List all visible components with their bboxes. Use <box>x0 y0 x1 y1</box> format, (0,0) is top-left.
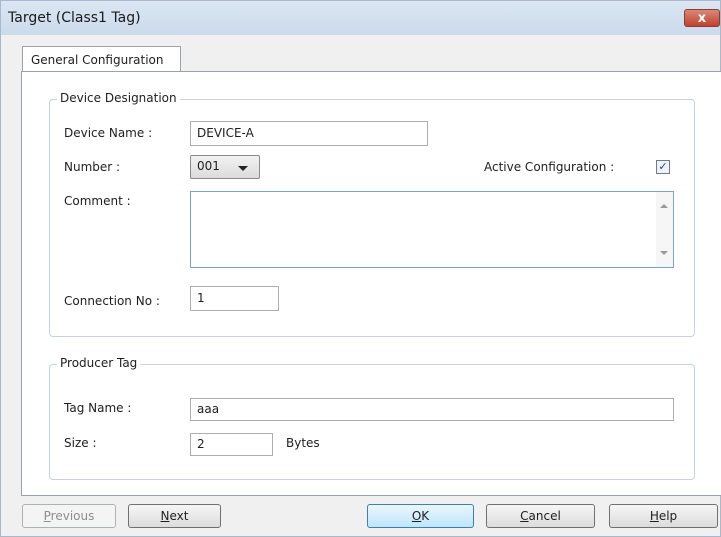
size-label: Size : <box>64 436 97 450</box>
connection-no-label: Connection No : <box>64 294 160 308</box>
cancel-button-label: ancel <box>528 509 561 523</box>
tab-general-configuration[interactable]: General Configuration <box>22 46 181 73</box>
device-name-label: Device Name : <box>64 126 153 140</box>
device-designation-group: Device Designation Device Name : DEVICE-… <box>49 91 695 337</box>
active-configuration-checkbox[interactable]: ✓ <box>656 160 670 174</box>
tab-label: General Configuration <box>31 53 164 67</box>
producer-tag-group: Producer Tag Tag Name : aaa Size : 2 Byt… <box>49 356 695 480</box>
tag-name-input[interactable]: aaa <box>190 398 674 421</box>
scroll-down-icon[interactable] <box>660 251 668 255</box>
tab-panel: Device Designation Device Name : DEVICE-… <box>21 71 721 496</box>
ok-button[interactable]: OK <box>367 504 474 528</box>
scroll-up-icon[interactable] <box>660 204 668 208</box>
device-designation-legend: Device Designation <box>57 91 180 105</box>
size-input[interactable]: 2 <box>190 433 273 456</box>
number-label: Number : <box>64 160 121 174</box>
next-button[interactable]: Next <box>128 504 221 528</box>
size-unit-label: Bytes <box>286 436 320 450</box>
tag-name-label: Tag Name : <box>64 401 132 415</box>
number-select-value: 001 <box>197 159 220 173</box>
checkmark-icon: ✓ <box>658 160 668 173</box>
help-button[interactable]: Help <box>609 504 718 528</box>
comment-scrollbar[interactable] <box>656 192 673 267</box>
chevron-down-icon <box>238 166 248 171</box>
active-configuration-label: Active Configuration : <box>484 160 615 174</box>
cancel-button[interactable]: Cancel <box>486 504 595 528</box>
previous-button-mnemonic: P <box>43 509 51 523</box>
previous-button[interactable]: Previous <box>22 504 116 528</box>
ok-button-label: K <box>421 509 430 523</box>
title-bar[interactable]: Target (Class1 Tag) x <box>1 1 720 35</box>
ok-button-mnemonic: O <box>411 509 422 523</box>
connection-no-input[interactable]: 1 <box>190 286 279 311</box>
comment-textarea[interactable] <box>190 191 674 268</box>
next-button-label: ext <box>169 509 189 523</box>
help-button-label: elp <box>658 509 678 523</box>
number-select[interactable]: 001 <box>190 155 260 179</box>
help-button-mnemonic: H <box>649 509 659 523</box>
window-title: Target (Class1 Tag) <box>8 10 141 26</box>
cancel-button-mnemonic: C <box>520 509 529 523</box>
next-button-mnemonic: N <box>160 509 170 523</box>
close-icon: x <box>697 11 707 26</box>
previous-button-label: revious <box>50 509 95 523</box>
comment-label: Comment : <box>64 194 131 208</box>
close-button[interactable]: x <box>684 9 720 27</box>
producer-tag-legend: Producer Tag <box>57 356 141 370</box>
dialog-window: Target (Class1 Tag) x General Configurat… <box>0 0 721 537</box>
device-name-input[interactable]: DEVICE-A <box>190 121 428 146</box>
